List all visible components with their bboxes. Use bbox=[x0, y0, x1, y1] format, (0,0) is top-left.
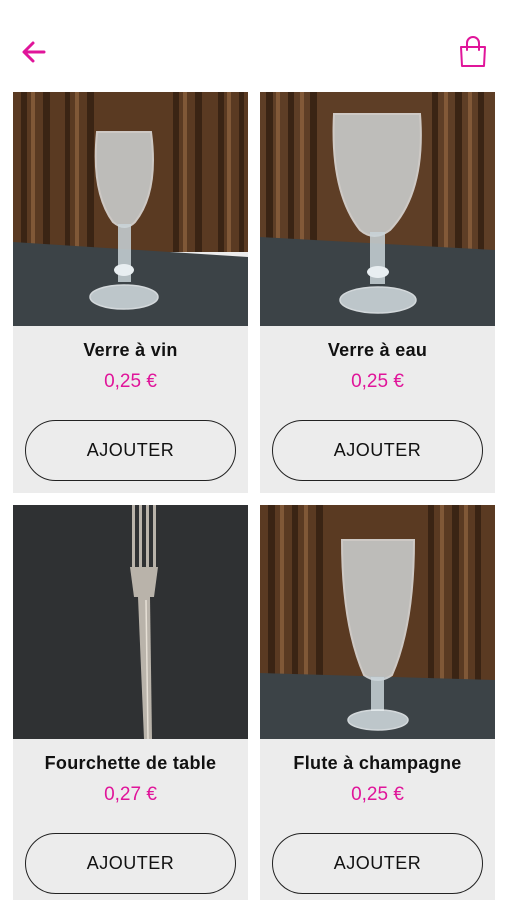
product-price: 0,25 € bbox=[104, 371, 157, 392]
add-to-cart-button[interactable]: AJOUTER bbox=[272, 833, 483, 894]
product-card[interactable]: Fourchette de table 0,27 € AJOUTER bbox=[13, 505, 248, 900]
product-name: Verre à eau bbox=[327, 340, 428, 360]
product-image-champagne-flute bbox=[260, 505, 495, 739]
product-price: 0,25 € bbox=[351, 784, 404, 805]
product-card[interactable]: Verre à eau 0,25 € AJOUTER bbox=[260, 92, 495, 493]
arrow-left-icon[interactable] bbox=[18, 36, 50, 68]
product-card[interactable]: Flute à champagne 0,25 € AJOUTER bbox=[260, 505, 495, 900]
product-name: Verre à vin bbox=[83, 340, 178, 360]
top-bar bbox=[0, 0, 507, 92]
shopping-bag-icon[interactable] bbox=[456, 35, 490, 69]
add-to-cart-button[interactable]: AJOUTER bbox=[25, 833, 236, 894]
product-price: 0,25 € bbox=[351, 371, 404, 392]
product-name: Fourchette de table bbox=[44, 753, 217, 773]
product-image-water-glass bbox=[260, 92, 495, 326]
product-card[interactable]: Verre à vin 0,25 € AJOUTER bbox=[13, 92, 248, 493]
product-name: Flute à champagne bbox=[293, 753, 462, 773]
add-to-cart-button[interactable]: AJOUTER bbox=[272, 420, 483, 481]
product-price: 0,27 € bbox=[104, 784, 157, 805]
add-to-cart-button[interactable]: AJOUTER bbox=[25, 420, 236, 481]
product-image-fork bbox=[13, 505, 248, 739]
product-image-wine-glass bbox=[13, 92, 248, 326]
